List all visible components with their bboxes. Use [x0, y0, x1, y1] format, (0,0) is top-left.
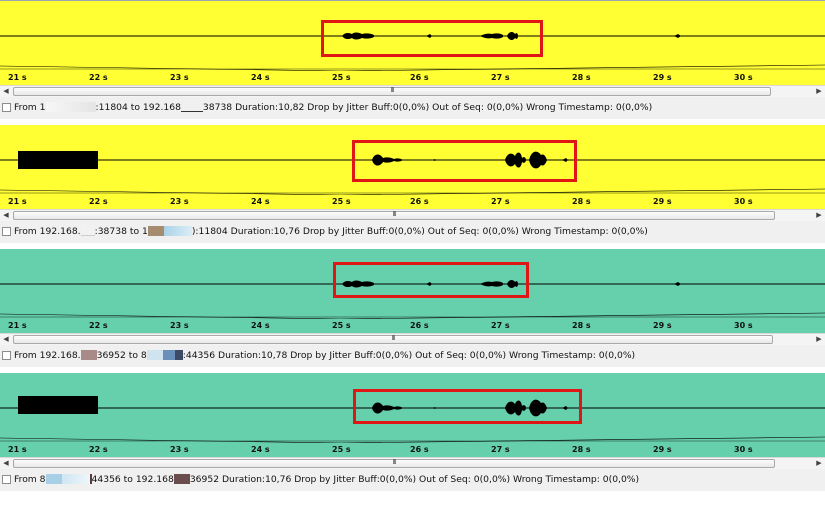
redacted-address [163, 226, 192, 236]
scroll-left-arrow-icon[interactable]: ◀ [0, 334, 12, 345]
stream-checkbox[interactable] [2, 475, 11, 484]
tick-label: 24 s [251, 73, 270, 82]
redacted-address [162, 350, 175, 360]
tick-label: 21 s [8, 73, 27, 82]
time-axis: 21 s 22 s 23 s 24 s 25 s 26 s 27 s 28 s … [0, 319, 825, 333]
waveform-panel[interactable] [0, 373, 825, 443]
scroll-left-arrow-icon[interactable]: ◀ [0, 86, 12, 97]
highlight-box [333, 262, 529, 298]
scroll-right-arrow-icon[interactable]: ▶ [813, 334, 825, 345]
redacted-address [174, 350, 183, 360]
tick-label: 26 s [410, 321, 429, 330]
tick-label: 29 s [653, 445, 672, 454]
tick-label: 30 s [734, 321, 753, 330]
redacted-address [180, 101, 203, 112]
scroll-right-arrow-icon[interactable]: ▶ [813, 86, 825, 97]
tick-label: 27 s [491, 73, 510, 82]
time-axis: 21 s 22 s 23 s 24 s 25 s 26 s 27 s 28 s … [0, 195, 825, 209]
scroll-right-arrow-icon[interactable]: ▶ [813, 210, 825, 221]
tick-label: 21 s [8, 321, 27, 330]
tick-label: 22 s [89, 445, 108, 454]
tick-label: 30 s [734, 445, 753, 454]
tick-label: 28 s [572, 73, 591, 82]
stream-info-text: From 8 44356 to 192.168 36952 Duration:10,… [14, 474, 640, 485]
tick-label: 22 s [89, 73, 108, 82]
horizontal-scrollbar[interactable]: ◀ III ▶ [0, 85, 825, 97]
tick-label: 26 s [410, 197, 429, 206]
tick-label: 23 s [170, 321, 189, 330]
grip-icon: III [392, 458, 396, 466]
stream-checkbox[interactable] [2, 227, 11, 236]
tick-label: 21 s [8, 445, 27, 454]
redacted-address [80, 225, 95, 236]
tick-label: 25 s [332, 73, 351, 82]
scrollbar-thumb[interactable]: III [13, 210, 775, 220]
stream-info-text: From 192.168. 36952 to 8:44356 Duration:1… [14, 350, 636, 361]
tick-label: 21 s [8, 197, 27, 206]
tick-label: 28 s [572, 197, 591, 206]
time-axis: 21 s 22 s 23 s 24 s 25 s 26 s 27 s 28 s … [0, 71, 825, 85]
tick-label: 26 s [410, 73, 429, 82]
waveform-panel[interactable] [0, 1, 825, 71]
stream-info-bar: From 192.168. 36952 to 8:44356 Duration:1… [0, 345, 825, 367]
grip-icon: III [392, 210, 396, 218]
highlight-box [321, 20, 543, 57]
redacted-address [146, 350, 163, 360]
stream-checkbox[interactable] [2, 351, 11, 360]
tick-label: 27 s [491, 445, 510, 454]
tick-label: 30 s [734, 197, 753, 206]
tick-label: 25 s [332, 197, 351, 206]
tick-label: 24 s [251, 321, 270, 330]
tick-label: 30 s [734, 73, 753, 82]
horizontal-scrollbar[interactable]: ◀ III ▶ [0, 457, 825, 469]
stream-info-text: From 1:11804 to 192.168 38738 Duration:10… [14, 101, 653, 113]
redacted-address [147, 226, 164, 236]
highlight-box [353, 389, 582, 424]
stream-info-bar: From 1:11804 to 192.168 38738 Duration:10… [0, 97, 825, 119]
waveform-panel[interactable] [0, 249, 825, 319]
grip-icon: III [391, 334, 395, 342]
stream-info-bar: From 8 44356 to 192.168 36952 Duration:10,… [0, 469, 825, 491]
horizontal-scrollbar[interactable]: ◀ III ▶ [0, 209, 825, 221]
tick-label: 27 s [491, 197, 510, 206]
redacted-address [45, 102, 96, 112]
tick-label: 29 s [653, 73, 672, 82]
tick-label: 27 s [491, 321, 510, 330]
tick-label: 23 s [170, 73, 189, 82]
tick-label: 22 s [89, 321, 108, 330]
tick-label: 23 s [170, 197, 189, 206]
scrollbar-thumb[interactable]: III [13, 458, 775, 468]
stream-checkbox[interactable] [2, 103, 11, 112]
scroll-left-arrow-icon[interactable]: ◀ [0, 458, 12, 469]
tick-label: 22 s [89, 197, 108, 206]
stream-info-text: From 192.168.:38738 to 1):11804 Duration… [14, 225, 648, 237]
tick-label: 29 s [653, 321, 672, 330]
tick-label: 29 s [653, 197, 672, 206]
scrollbar-thumb[interactable]: III [13, 334, 773, 344]
time-axis: 21 s 22 s 23 s 24 s 25 s 26 s 27 s 28 s … [0, 443, 825, 457]
stream-info-bar: From 192.168.:38738 to 1):11804 Duration… [0, 221, 825, 243]
scroll-right-arrow-icon[interactable]: ▶ [813, 458, 825, 469]
tick-label: 25 s [332, 445, 351, 454]
highlight-box [352, 140, 577, 182]
redacted-address [80, 350, 97, 360]
scroll-left-arrow-icon[interactable]: ◀ [0, 210, 12, 221]
scrollbar-thumb[interactable]: III [13, 86, 771, 96]
horizontal-scrollbar[interactable]: ◀ III ▶ [0, 333, 825, 345]
tick-label: 23 s [170, 445, 189, 454]
tick-label: 26 s [410, 445, 429, 454]
redacted-address [45, 474, 62, 484]
tick-label: 28 s [572, 321, 591, 330]
waveform-panel[interactable] [0, 125, 825, 195]
tick-label: 24 s [251, 197, 270, 206]
tick-label: 24 s [251, 445, 270, 454]
grip-icon: III [390, 86, 394, 94]
tick-label: 25 s [332, 321, 351, 330]
tick-label: 28 s [572, 445, 591, 454]
redacted-address [61, 474, 90, 484]
redacted-address [173, 474, 190, 484]
